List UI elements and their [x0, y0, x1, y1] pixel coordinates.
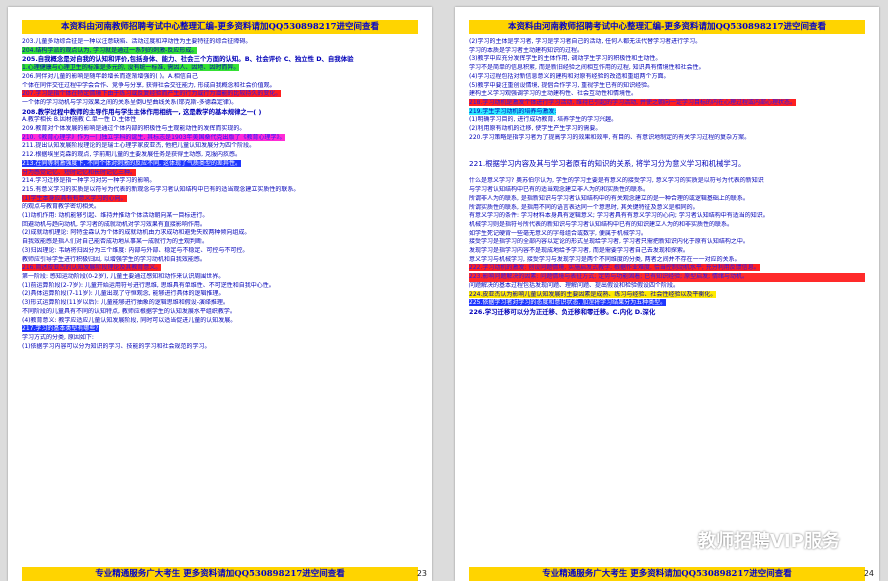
- text-line: 215.有意义学习的实质是以符号为代表的新观念与学习者认知结构中已有的适当观念建…: [22, 185, 300, 193]
- page-body-text: 203.儿童多动综合征是一种以注意缺陷、活动过度和冲动性为主要特征的综合征障碍。…: [22, 38, 418, 559]
- text-line: 第一阶段: 感知运动阶段(0-2岁), 儿童主要通过感知和动作来认识周围世界。: [22, 272, 225, 280]
- text-line: 226.学习迁移可以分为正迁移、负迁移和零迁移。C.内化 D.深化: [469, 307, 656, 316]
- text-line: 1.心理健康与心理卫生的标准是多元的, 没有统一标准, 需因人、因地、因时而异。: [22, 64, 418, 73]
- text-line: 所谓非人为的联系, 是指新知识与学习者认知结构中的有关观念建立的是一种合理的或逻…: [469, 194, 749, 202]
- text-line: A.教学相长 B.因材施教 C.单一性 D.主体性: [22, 116, 137, 124]
- text-line: 211.提出认知发展阶段理论的是瑞士心理学家皮亚杰, 他把儿童认知发展分为四个阶…: [22, 142, 256, 150]
- text-line: (3)归因理论: 韦纳将归因分为三个维度: 内部与外部、稳定与不稳定、可控与不可…: [22, 246, 249, 254]
- text-line: 回避动机与趋向动机, 学习者的成就动机对学习效果有直接影响作用。: [22, 220, 206, 228]
- text-line: 教师应引导学生进行积极归因, 以增强学生的学习动机和自我效能感。: [22, 255, 206, 263]
- text-line: 208.教学过程中教师的主导作用与学生主体作用相统一, 这是教学的基本规律之一(…: [22, 107, 262, 116]
- text-line: 建构主义学习观强调学习的主动建构性、社会互动性和情境性。: [469, 90, 638, 98]
- text-line: (3)教学中应充分发挥学生的主体作用, 调动学生学习的积极性和主动性。: [469, 55, 662, 63]
- text-line: 205.自我概念是对自我的认知和评价,包括身体、能力、社会三个方面的认知。B、社…: [22, 55, 354, 64]
- text-line: 207.学习是指个体在特定情境下由于练习或反复经验而产生的行为或行为潜能的比较持…: [22, 90, 418, 99]
- text-line: (2)成就动机理论: 阿特金森认为个体的成就动机由力求成功和避免失败两种倾向组成…: [22, 229, 251, 237]
- text-line: (4)教育意义: 教学应适应儿童认知发展阶段, 同时可以适当促进儿童的认知发展。: [22, 316, 237, 324]
- text-line: 213.在同等刺激强度下, 不同个体对刺激的反应不同, 这体现了气质类型的差异性…: [22, 159, 418, 169]
- highlighted-text: 219.学生学习动机的培养与激发:: [469, 107, 557, 115]
- text-line: (1)前运算阶段(2-7岁): 儿童开始运用符号进行思维, 思维具有单维性、不可…: [22, 281, 275, 289]
- highlighted-text: (1)学生本身应具有有意义学习的心向。: [22, 194, 127, 202]
- text-line: 所谓实质性的联系, 是指用不同的语言表达同一个意思时, 其关键特征及意义是相同的…: [469, 203, 699, 211]
- text-line: 203.儿童多动综合征是一种以注意缺陷、活动过度和冲动性为主要特征的综合征障碍。: [22, 38, 252, 45]
- page-number: 23: [416, 569, 427, 578]
- text-line: (1)动机作用: 动机能够引起、维持并推动个体活动朝向某一目标进行。: [22, 212, 209, 220]
- text-line: 接受学习是指学习的全部内容以定论的形式呈现给学习者, 学习者只需把新知识内化于原…: [469, 238, 749, 246]
- highlighted-text: 210.《教育心理学》作为一门独立学科的诞生, 其标志是1903年美国桑代克出版…: [22, 133, 286, 141]
- document-page-right: 本资料由河南教师招聘考试中心整理汇编-更多资料请加QQ530898217进空间查…: [455, 7, 879, 581]
- text-line: 意义学习与机械学习, 接受学习与发现学习是两个不同维度的分类, 两者之间并不存在…: [469, 255, 741, 263]
- text-line: 一个体的学习动机与学习效果之间的关系呈倒U型曲线关系(耶克斯-多德森定律)。: [22, 98, 238, 106]
- text-line: 与学习者认知结构中已有的适当观念建立非人为的和实质性的联系。: [469, 186, 650, 194]
- text-line: 个体在同伴交往过程中学会合作、竞争与分享, 获得社会交往能力, 形成自我概念和社…: [22, 81, 276, 89]
- text-line: 218.学习动机是激发个体进行学习活动, 维持已引起的学习活动, 并使之朝向一定…: [469, 98, 865, 108]
- highlighted-text: 213.在同等刺激强度下, 不同个体对刺激的反应不同, 这体现了气质类型的差异性…: [22, 159, 241, 167]
- page-body-text: (2)学习的主体是学习者, 学习是学习者自己的活动, 任何人都无法代替学习者进行…: [469, 38, 865, 559]
- text-line: 212.根据埃里克森的观点, 学前期儿童的主要发展任务是获得主动感, 克服内疚感…: [22, 151, 241, 159]
- text-line: 222.学习动机的激发: 创设问题情境, 实施启发式教学; 根据作业难度, 恰当…: [469, 264, 865, 273]
- text-line: 的观点与教育教学密切相关。: [22, 203, 101, 211]
- text-line: (1)明确学习目的, 进行成功教育, 培养学生的学习兴趣。: [469, 116, 618, 124]
- text-line: 问题解决的基本过程包括发现问题、理解问题、提出假设和检验假设四个阶段。: [469, 281, 680, 289]
- highlighted-text: 1.心理健康与心理卫生的标准是多元的, 没有统一标准, 需因人、因地、因时而异。: [22, 64, 240, 72]
- text-line: 自我效能感是指人们对自己能否成功地从事某一成就行为的主观判断。: [22, 238, 209, 246]
- text-line: 225.依据学习者对学习的态度和意识状态, 加涅将学习结果分为五种类型。: [469, 299, 865, 308]
- text-line: (5)教学中要注重创设情境, 提倡合作学习, 重视学生已有的知识经验。: [469, 81, 654, 89]
- page-header-banner: 本资料由河南教师招聘考试中心整理汇编-更多资料请加QQ530898217进空间查…: [22, 20, 418, 34]
- text-line: 206.同伴对儿童的影响是随年龄增长而逐渐增强的( )。A.相信自己: [22, 72, 198, 80]
- text-line: (2)学习的主体是学习者, 学习是学习者自己的活动, 任何人都无法代替学习者进行…: [469, 38, 702, 45]
- text-line: 209.教育对个体发展的影响是通过个体内部的积极性与主观能动性的发挥而实现的。: [22, 125, 246, 133]
- document-page-left: 本资料由河南教师招聘考试中心整理汇编-更多资料请加QQ530898217进空间查…: [8, 7, 432, 581]
- text-line: 210.《教育心理学》作为一门独立学科的诞生, 其标志是1903年美国桑代克出版…: [22, 133, 418, 143]
- text-line: (4)学习过程包括对新信息意义的建构和对原有经验的改造和重组两个方面。: [469, 72, 670, 80]
- text-line: (1)依据学习内容可以分为知识的学习、技能的学习和社会规范的学习。: [22, 342, 211, 350]
- page-header-banner: 本资料由河南教师招聘考试中心整理汇编-更多资料请加QQ530898217进空间查…: [469, 20, 865, 34]
- highlighted-text: 204.结构学派的观点认为, 学习就是通过一系列的刺激-反应形成。: [22, 46, 198, 54]
- text-line: 221.根据学习内容及其与学习者原有的知识的关系, 将学习分为意义学习和机械学习…: [469, 159, 746, 169]
- text-line: 如学生死记硬背一些毫无意义的字母组合或数字, 便属于机械学习。: [469, 229, 647, 237]
- text-line: 机械学习则是指符号所代表的新知识与学习者认知结构中已有的知识建立人为的和非实质性…: [469, 220, 734, 228]
- text-line: 217.学习的基本类型有哪些?: [22, 325, 418, 334]
- watermark-label: 教师招聘VIP服务: [698, 531, 840, 552]
- text-line: 204.结构学派的观点认为, 学习就是通过一系列的刺激-反应形成。: [22, 46, 418, 56]
- text-line: (2)具体运算阶段(7-11岁): 儿童出现了守恒观念, 能够进行具体的逻辑推理…: [22, 290, 225, 298]
- highlighted-text: 218.学习动机是激发个体进行学习活动, 维持已引起的学习活动, 并使之朝向一定…: [469, 98, 796, 106]
- text-line: (3)形式运算阶段(11岁以后): 儿童能够进行抽象的逻辑思维和假设-演绎推理。: [22, 299, 229, 307]
- text-line: 发现学习是指学习内容不是现成地给予学习者, 而是需要学习者自己去发现和探索。: [469, 247, 689, 255]
- text-line: (2)利用原有动机的迁移, 使学生产生学习的需要。: [469, 125, 602, 133]
- text-line: 分为感觉记忆、短时记忆和长时记忆三种。: [22, 168, 418, 178]
- page-number: 24: [863, 569, 874, 578]
- highlighted-text: 分为感觉记忆、短时记忆和长时记忆三种。: [22, 168, 137, 176]
- text-line: 有意义学习的条件: 学习材料本身具有逻辑意义; 学习者具有有意义学习的心向; 学…: [469, 212, 769, 220]
- text-line: 学习的本质是学习者主动建构知识的过程。: [469, 46, 584, 54]
- text-line: 223.影响问题解决的因素: 问题情境与表征方式; 定势与功能固着; 已有知识经…: [469, 273, 865, 282]
- text-line: 219.学生学习动机的培养与激发:: [469, 107, 865, 117]
- highlighted-text: 222.学习动机的激发: 创设问题情境, 实施启发式教学; 根据作业难度, 恰当…: [469, 264, 760, 272]
- wechat-watermark: 教师招聘VIP服务: [667, 527, 840, 553]
- highlighted-text: 225.依据学习者对学习的态度和意识状态, 加涅将学习结果分为五种类型。: [469, 299, 667, 307]
- text-line: 220.学习策略是指学习者为了提高学习的效果和效率, 有目的、有意识地制定的有关…: [469, 133, 751, 141]
- text-line: 学习方式的分类, 原因如下:: [22, 333, 94, 341]
- highlighted-text: 224.皮亚杰认为影响儿童认知发展的主要因素是成熟、练习与经验、社会性经验以及平…: [469, 290, 717, 298]
- text-line: 什么是意义学习? 奥苏伯尔认为, 学生的学习主要是有意义的接受学习, 意义学习的…: [469, 177, 764, 185]
- highlighted-text: 216.简述皮亚杰的认知发展阶段理论及其教育意义。: [22, 264, 162, 272]
- wechat-icon: [667, 529, 693, 550]
- highlighted-text: 217.学习的基本类型有哪些?: [22, 325, 99, 333]
- text-line: 214.学习迁移是指一种学习对另一种学习的影响。: [22, 177, 156, 185]
- text-line: 学习不是简单的信息积累, 而是新旧经验之间相互作用的过程, 知识具有情境性和社会…: [469, 64, 705, 72]
- page-footer-banner: 专业精通服务广大考生 更多资料请加QQ530898217进空间查看: [22, 567, 418, 581]
- text-line: 224.皮亚杰认为影响儿童认知发展的主要因素是成熟、练习与经验、社会性经验以及平…: [469, 290, 865, 300]
- text-line: 216.简述皮亚杰的认知发展阶段理论及其教育意义。: [22, 264, 418, 273]
- page-footer-banner: 专业精通服务广大考生 更多资料请加QQ530898217进空间查看: [469, 567, 865, 581]
- text-line: 不同阶段的儿童具有不同的认知特点, 教师应根据学生的认知发展水平组织教学。: [22, 307, 236, 315]
- highlighted-text: 207.学习是指个体在特定情境下由于练习或反复经验而产生的行为或行为潜能的比较持…: [22, 90, 282, 98]
- text-line: (1)学生本身应具有有意义学习的心向。: [22, 194, 418, 204]
